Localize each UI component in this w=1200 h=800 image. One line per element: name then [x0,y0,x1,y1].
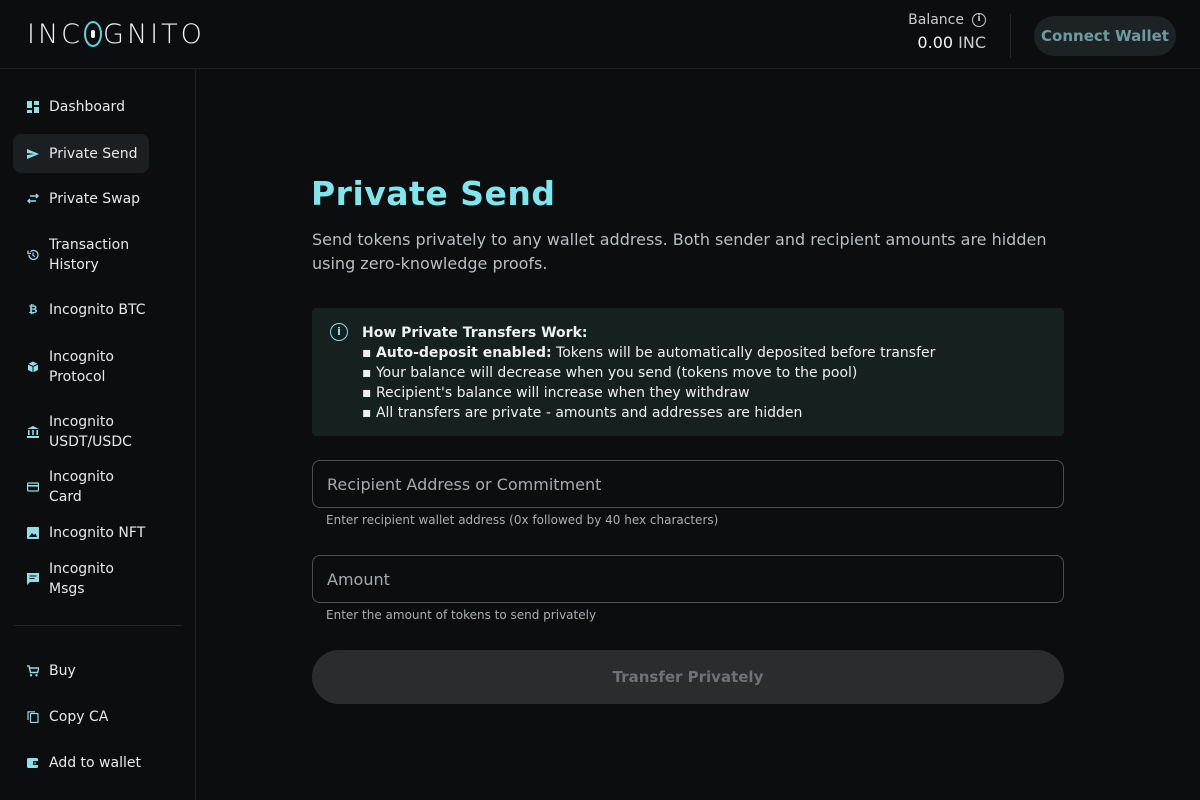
info-line-text: Recipient's balance will increase when t… [375,385,750,401]
info-panel: i How Private Transfers Work: ▪ Auto-dep… [312,308,1064,436]
logo-o-mark-icon [84,21,103,47]
sidebar-item-label: Private Send [49,145,138,162]
balance-value-row: 0.00 INC [908,33,986,52]
sidebar-item-private-swap[interactable]: Private Swap [13,180,149,218]
sidebar-item-label: Add to wallet [49,755,141,771]
info-text: How Private Transfers Work: ▪ Auto-depos… [362,323,935,423]
info-line-text: Your balance will decrease when you send… [375,365,858,381]
sidebar-item-label: Transaction History [49,237,130,273]
balance-label: Balance [908,12,964,28]
sidebar-item-copy-ca[interactable]: Copy CA [13,698,149,736]
sidebar-item-label: Incognito NFT [49,525,146,541]
info-line-bold: Auto-deposit enabled: [375,345,552,361]
card-icon [27,481,39,493]
sidebar-item-incognito-nft[interactable]: Incognito NFT [13,514,149,552]
sidebar-item-incognito-btc[interactable]: ₿ Incognito BTC [13,291,149,329]
logo-text-end: GNITO [103,19,205,50]
sidebar-divider [14,625,182,626]
sidebar-item-incognito-usdt-usdc[interactable]: Incognito USDT/USDC [13,410,149,454]
connect-wallet-button[interactable]: Connect Wallet [1034,16,1176,56]
image-icon [27,527,39,539]
sidebar-item-label: Incognito Card [49,469,114,505]
sidebar-item-label: Buy [49,663,76,679]
swap-icon [27,193,39,205]
sidebar-item-incognito-msgs[interactable]: Incognito Msgs [13,560,149,598]
sidebar-item-buy[interactable]: Buy [13,652,149,690]
protocol-icon [27,361,39,373]
info-line-auto-deposit: ▪ Auto-deposit enabled: Tokens will be a… [362,345,936,361]
sidebar-item-label: Incognito Protocol [49,349,114,385]
bitcoin-icon: ₿ [28,303,38,316]
recipient-input[interactable] [313,461,1063,507]
amount-field[interactable] [312,555,1064,603]
sidebar-item-label: Incognito USDT/USDC [49,414,132,450]
sidebar-item-dashboard[interactable]: Dashboard [13,88,149,126]
transfer-privately-button[interactable]: Transfer Privately [312,650,1064,704]
info-line-text: All transfers are private - amounts and … [375,405,803,421]
info-line-balance: ▪ Your balance will decrease when you se… [362,365,858,381]
copy-icon [27,711,39,723]
wallet-icon [27,757,39,769]
info-icon: i [330,323,348,341]
sidebar-item-private-send[interactable]: Private Send [13,134,149,173]
balance-unit: INC [958,33,986,52]
balance-label-row: Balance i [908,12,986,28]
sidebar-item-label: Incognito Msgs [49,561,114,597]
info-line-private: ▪ All transfers are private - amounts an… [362,405,803,421]
sidebar-item-transaction-history[interactable]: Transaction History [13,233,153,277]
info-line-rest: Tokens will be automatically deposited b… [551,345,936,361]
balance-amount: 0.00 [917,33,954,52]
dashboard-icon [27,101,39,113]
recipient-helper-text: Enter recipient wallet address (0x follo… [326,513,719,527]
sidebar-item-label: Copy CA [49,709,109,725]
recipient-field[interactable] [312,460,1064,508]
info-heading: How Private Transfers Work: [362,325,588,341]
amount-input[interactable] [313,556,1063,602]
balance-display: Balance i 0.00 INC [908,12,986,52]
balance-info-icon[interactable]: i [972,13,986,27]
sidebar-item-incognito-card[interactable]: Incognito Card [13,468,149,506]
history-icon [27,249,39,261]
sidebar: Dashboard Private Send Private Swap Tran… [0,69,196,800]
sidebar-item-add-to-wallet[interactable]: Add to wallet [13,744,149,782]
page-title: Private Send [311,174,556,213]
sidebar-item-incognito-protocol[interactable]: Incognito Protocol [13,345,149,389]
incognito-logo[interactable]: INC GNITO [27,20,205,50]
sidebar-item-label: Private Swap [49,191,141,207]
sidebar-item-label: Incognito BTC [49,302,146,318]
top-bar: INC GNITO Balance i 0.00 INC Connect Wall… [0,0,1200,69]
page-subtitle: Send tokens privately to any wallet addr… [312,230,1047,273]
send-icon [27,148,39,160]
message-icon [27,573,39,585]
header-divider [1010,14,1011,58]
info-line-recipient: ▪ Recipient's balance will increase when… [362,385,750,401]
amount-helper-text: Enter the amount of tokens to send priva… [326,608,597,622]
bank-icon [27,426,39,438]
cart-icon [27,665,39,677]
sidebar-item-label: Dashboard [49,99,125,115]
logo-text-start: INC [27,19,84,50]
